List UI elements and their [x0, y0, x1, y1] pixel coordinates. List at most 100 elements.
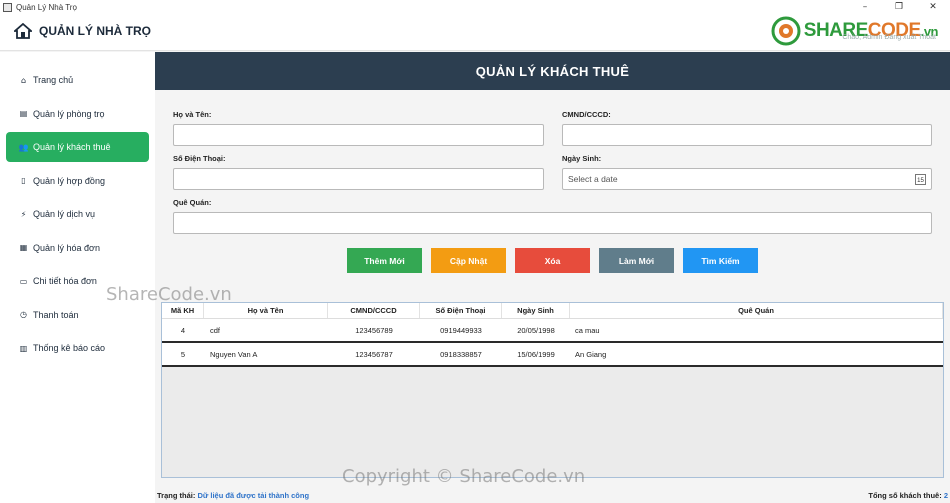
home-icon: ⌂ — [20, 75, 27, 85]
search-button[interactable]: Tìm Kiếm — [683, 248, 758, 273]
phone-field-group: Số Điện Thoại: — [173, 154, 544, 190]
refresh-button[interactable]: Làm Mới — [599, 248, 674, 273]
hometown-field-group: Quê Quán: — [173, 198, 932, 234]
header-user-links[interactable]: Chào, Admin Đăng xuất Thoát — [842, 34, 936, 41]
maximize-icon[interactable]: ❐ — [882, 0, 916, 14]
app-name: QUẢN LÝ NHÀ TRỌ — [39, 24, 151, 38]
sidebar-item-6[interactable]: ▭ Chi tiết hóa đơn — [6, 266, 149, 296]
name-label: Họ và Tên: — [173, 110, 212, 119]
status-label: Trạng thái: — [157, 491, 196, 500]
customer-table[interactable]: Mã KH Họ và Tên CMND/CCCD Số Điện Thoại … — [161, 302, 944, 478]
phone-label: Số Điện Thoại: — [173, 154, 226, 163]
house-icon — [14, 23, 32, 39]
cell-hometown: An Giang — [575, 349, 607, 359]
sidebar-nav: ⌂ Trang chủ ▤ Quản lý phòng trọ 👥 Quản lý khá… — [0, 52, 155, 363]
window-controls: – ❐ ✕ — [848, 0, 950, 14]
table-header: Mã KH Họ và Tên CMND/CCCD Số Điện Thoại … — [162, 303, 943, 319]
chart-icon: ▥ — [19, 343, 28, 353]
column-header-hometown[interactable]: Quê Quán — [570, 303, 943, 318]
status-bar: Trạng thái: Dữ liệu đã được tải thành cô… — [155, 488, 950, 503]
page-header: QUẢN LÝ KHÁCH THUÊ — [155, 52, 950, 90]
status-left: Trạng thái: Dữ liệu đã được tải thành cô… — [157, 491, 309, 500]
main-content: QUẢN LÝ KHÁCH THUÊ Họ và Tên: CMND/CCCD:… — [155, 52, 950, 503]
column-header-idcard[interactable]: CMND/CCCD — [328, 303, 420, 318]
cell-idcard: 123456789 — [355, 325, 393, 335]
app-header: QUẢN LÝ NHÀ TRỌ SHARECODE.vn Chào, Admin… — [0, 14, 950, 51]
document-icon: ▯ — [21, 176, 26, 185]
table-body: 4 cdf 123456789 0919449933 20/05/1998 ca mau 5… — [162, 319, 943, 367]
cell-name: Nguyen Van A — [210, 349, 258, 359]
sharecode-logo: SHARECODE.vn — [771, 16, 939, 46]
cell-hometown: ca mau — [575, 325, 600, 335]
sidebar-item-label: Quản lý khách thuê — [33, 142, 111, 152]
update-button[interactable]: Cập Nhật — [431, 248, 506, 273]
status-right: Tổng số khách thuê: 2 — [868, 491, 948, 500]
dob-datepicker[interactable]: Select a date 15 — [562, 168, 932, 190]
sidebar-item-label: Chi tiết hóa đơn — [33, 276, 97, 286]
column-header-phone[interactable]: Số Điện Thoại — [420, 303, 502, 318]
minimize-icon[interactable]: – — [848, 0, 882, 14]
sidebar-item-1[interactable]: ▤ Quản lý phòng trọ — [6, 99, 149, 129]
column-header-dob[interactable]: Ngày Sinh — [502, 303, 570, 318]
window-title: Quản Lý Nhà Trọ — [16, 2, 77, 12]
sidebar-item-label: Quản lý phòng trọ — [33, 108, 105, 119]
page-title: QUẢN LÝ KHÁCH THUÊ — [475, 63, 630, 79]
cell-dob: 20/05/1998 — [517, 325, 555, 335]
sidebar-item-2[interactable]: 👥 Quản lý khách thuê — [6, 132, 149, 162]
window-titlebar: Quản Lý Nhà Trọ – ❐ ✕ — [0, 0, 950, 14]
customer-count-label: Tổng số khách thuê: — [868, 491, 942, 500]
action-buttons: Thêm Mới Cập Nhật Xóa Làm Mới Tìm Kiếm — [155, 248, 950, 274]
sidebar-item-label: Quản lý dịch vụ — [33, 209, 96, 219]
name-input[interactable] — [173, 124, 544, 146]
sidebar-item-3[interactable]: ▯ Quản lý hợp đồng — [6, 166, 149, 196]
column-header-id[interactable]: Mã KH — [162, 303, 204, 318]
id-label: CMND/CCCD: — [562, 110, 611, 119]
sidebar-item-label: Quản lý hóa đơn — [33, 242, 100, 253]
sidebar-item-5[interactable]: ▦ Quản lý hóa đơn — [6, 233, 149, 263]
customer-count: 2 — [943, 491, 948, 500]
brand: QUẢN LÝ NHÀ TRỌ — [14, 23, 151, 39]
payment-icon: ◷ — [20, 310, 27, 319]
customer-form: Họ và Tên: CMND/CCCD: Số Điện Thoại: Ngà… — [155, 90, 950, 290]
id-input[interactable] — [562, 124, 932, 146]
cell-id: 5 — [180, 349, 186, 359]
calendar-icon[interactable]: 15 — [915, 173, 926, 185]
sidebar-item-label: Thanh toán — [33, 309, 79, 320]
hometown-input[interactable] — [173, 212, 932, 234]
column-header-name[interactable]: Họ và Tên — [204, 303, 328, 318]
cell-idcard: 123456787 — [355, 349, 393, 359]
delete-button[interactable]: Xóa — [515, 248, 590, 273]
dob-placeholder: Select a date — [568, 174, 618, 184]
id-field-group: CMND/CCCD: — [562, 110, 932, 146]
sidebar: ⌂ Trang chủ ▤ Quản lý phòng trọ 👥 Quản lý khá… — [0, 52, 155, 503]
lightning-icon: ⚡ — [20, 209, 27, 219]
table-row[interactable]: 4 cdf 123456789 0919449933 20/05/1998 ca mau — [162, 319, 943, 343]
cell-phone: 0919449933 — [440, 325, 482, 335]
sidebar-item-4[interactable]: ⚡ Quản lý dịch vụ — [6, 199, 149, 229]
users-icon: 👥 — [18, 142, 29, 152]
invoice-icon: ▦ — [19, 243, 28, 252]
cell-phone: 0918338857 — [440, 349, 482, 359]
sharecode-logo-icon — [771, 16, 801, 46]
cell-dob: 15/06/1999 — [517, 349, 555, 359]
app-window-icon — [3, 2, 12, 12]
sidebar-item-7[interactable]: ◷ Thanh toán — [6, 300, 149, 330]
cell-name: cdf — [210, 325, 221, 335]
name-field-group: Họ và Tên: — [173, 110, 544, 146]
cell-id: 4 — [180, 325, 186, 335]
sidebar-item-label: Quản lý hợp đồng — [33, 175, 105, 186]
sidebar-item-0[interactable]: ⌂ Trang chủ — [6, 65, 149, 95]
sidebar-item-label: Thống kê báo cáo — [33, 343, 106, 353]
phone-input[interactable] — [173, 168, 544, 190]
close-icon[interactable]: ✕ — [916, 0, 950, 14]
add-button[interactable]: Thêm Mới — [347, 248, 422, 273]
dob-field-group: Ngày Sinh: Select a date 15 — [562, 154, 932, 190]
sidebar-item-label: Trang chủ — [33, 75, 74, 85]
status-message: Dữ liệu đã được tải thành công — [197, 491, 310, 500]
table-row[interactable]: 5 Nguyen Van A 123456787 0918338857 15/06/19… — [162, 343, 943, 367]
sidebar-item-8[interactable]: ▥ Thống kê báo cáo — [6, 333, 149, 363]
room-icon: ▤ — [19, 109, 28, 118]
detail-icon: ▭ — [19, 276, 28, 286]
hometown-label: Quê Quán: — [173, 198, 212, 207]
dob-label: Ngày Sinh: — [562, 154, 602, 163]
